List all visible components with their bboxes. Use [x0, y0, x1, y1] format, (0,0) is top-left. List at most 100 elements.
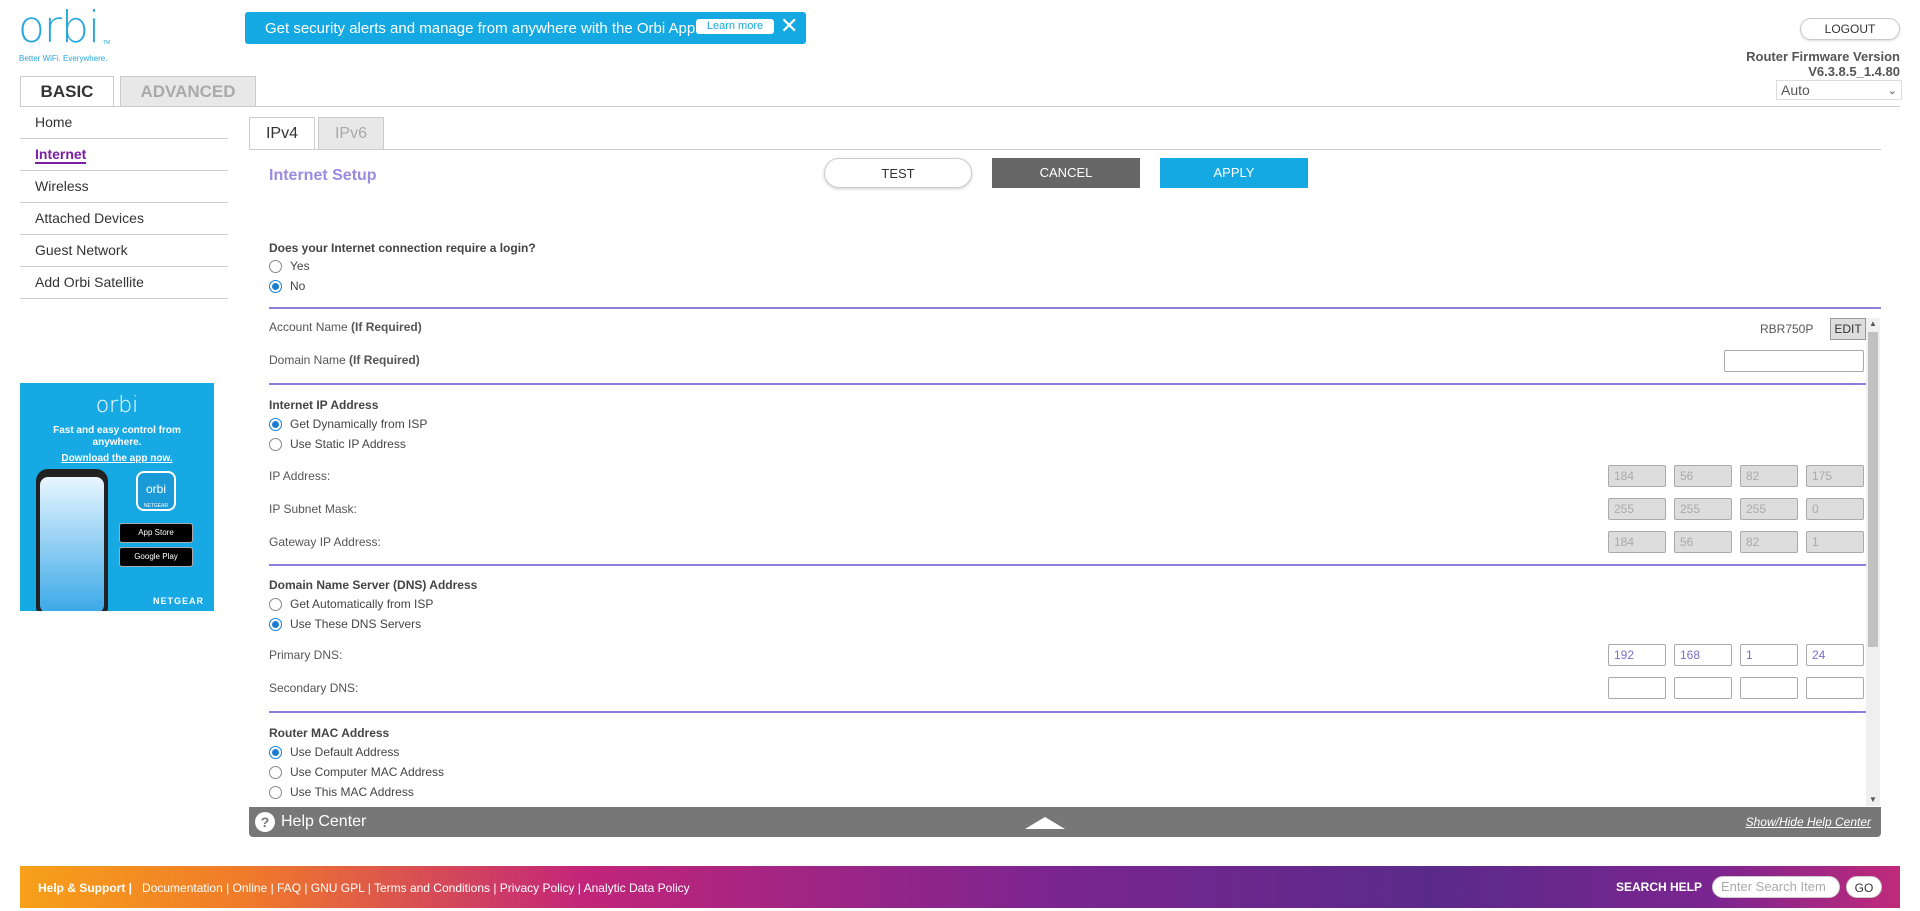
mask-octet-1[interactable]: 255 — [1608, 498, 1666, 520]
google-play-badge[interactable]: Google Play — [119, 547, 193, 567]
learn-more-button[interactable]: Learn more — [696, 19, 774, 34]
subnet-mask-fields: 255 255 255 0 — [1608, 498, 1864, 522]
show-hide-help-link[interactable]: Show/Hide Help Center — [1746, 815, 1871, 829]
tab-divider — [20, 106, 1900, 107]
gw-octet-4[interactable]: 1 — [1806, 531, 1864, 553]
chevron-down-icon: ⌄ — [1887, 85, 1897, 97]
language-select[interactable]: Auto ⌄ — [1776, 80, 1902, 100]
label-text: Account Name — [269, 320, 348, 334]
option-label: Get Dynamically from ISP — [290, 417, 428, 431]
secondary-dns-octet-3[interactable] — [1740, 677, 1798, 699]
gw-octet-3[interactable]: 82 — [1740, 531, 1798, 553]
radio-login-yes[interactable] — [269, 259, 282, 273]
option-label: Use This MAC Address — [290, 785, 414, 799]
option-label: Use Static IP Address — [290, 437, 406, 451]
radio-ip-static[interactable] — [269, 437, 282, 451]
mac-default-option[interactable]: Use Default Address — [269, 745, 399, 759]
primary-dns-octet-2[interactable]: 168 — [1674, 644, 1732, 666]
sidebar-item-internet[interactable]: Internet — [20, 139, 228, 171]
dns-manual-option[interactable]: Use These DNS Servers — [269, 617, 421, 631]
primary-dns-octet-4[interactable]: 24 — [1806, 644, 1864, 666]
edit-button[interactable]: EDIT — [1830, 318, 1866, 340]
sidebar-item-guest-network[interactable]: Guest Network — [20, 235, 228, 267]
account-name-label: Account Name (If Required) — [269, 320, 422, 334]
sidebar-item-attached-devices[interactable]: Attached Devices — [20, 203, 228, 235]
tab-ipv4[interactable]: IPv4 — [249, 117, 315, 149]
expand-arrow-icon[interactable] — [1025, 817, 1065, 829]
mac-computer-option[interactable]: Use Computer MAC Address — [269, 765, 444, 779]
label-required: (If Required) — [349, 353, 420, 367]
phone-screen — [40, 477, 104, 611]
sidebar-item-label: Guest Network — [35, 242, 128, 258]
scroll-up-icon[interactable]: ▲ — [1866, 319, 1880, 328]
option-label: Yes — [290, 259, 310, 273]
dns-auto-option[interactable]: Get Automatically from ISP — [269, 597, 433, 611]
mask-octet-3[interactable]: 255 — [1740, 498, 1798, 520]
cancel-button[interactable]: CANCEL — [992, 158, 1140, 188]
scrollbar-thumb[interactable] — [1868, 332, 1878, 647]
ip-octet-4[interactable]: 175 — [1806, 465, 1864, 487]
sidebar-item-add-satellite[interactable]: Add Orbi Satellite — [20, 267, 228, 299]
search-go-button[interactable]: GO — [1846, 876, 1882, 898]
help-center-bar: ? Help Center Show/Hide Help Center — [249, 807, 1881, 837]
promo-text: Get security alerts and manage from anyw… — [265, 20, 700, 37]
radio-mac-default[interactable] — [269, 745, 282, 759]
radio-login-no[interactable] — [269, 279, 282, 293]
domain-name-input[interactable] — [1724, 350, 1864, 372]
subtab-divider — [249, 149, 1881, 150]
logout-button[interactable]: LOGOUT — [1800, 18, 1900, 40]
label-text: Domain Name — [269, 353, 346, 367]
gw-octet-1[interactable]: 184 — [1608, 531, 1666, 553]
secondary-dns-octet-4[interactable] — [1806, 677, 1864, 699]
secondary-dns-octet-2[interactable] — [1674, 677, 1732, 699]
apply-button[interactable]: APPLY — [1160, 158, 1308, 188]
logo-trademark: TM — [103, 40, 111, 46]
tab-basic[interactable]: BASIC — [20, 76, 114, 106]
section-divider — [269, 711, 1866, 713]
test-button[interactable]: TEST — [824, 158, 972, 188]
close-icon[interactable]: ✕ — [780, 13, 798, 39]
search-help-input[interactable]: Enter Search Item — [1712, 876, 1840, 898]
sidebar-item-label: Add Orbi Satellite — [35, 274, 144, 290]
ip-octet-2[interactable]: 56 — [1674, 465, 1732, 487]
secondary-dns-octet-1[interactable] — [1608, 677, 1666, 699]
login-no-option[interactable]: No — [269, 279, 305, 293]
ad-logo: orbi — [95, 393, 139, 418]
footer-nav-links[interactable]: Documentation | Online | FAQ | GNU GPL |… — [142, 881, 690, 895]
language-value: Auto — [1781, 82, 1810, 98]
primary-dns-octet-3[interactable]: 1 — [1740, 644, 1798, 666]
orbi-app-ad[interactable]: orbi Fast and easy control from anywhere… — [20, 383, 214, 611]
ad-download-link[interactable]: Download the app now. — [20, 453, 214, 464]
radio-mac-computer[interactable] — [269, 765, 282, 779]
mask-octet-4[interactable]: 0 — [1806, 498, 1864, 520]
sidebar: Home Internet Wireless Attached Devices … — [20, 107, 228, 299]
gw-octet-2[interactable]: 56 — [1674, 531, 1732, 553]
ip-octet-3[interactable]: 82 — [1740, 465, 1798, 487]
internet-ip-title: Internet IP Address — [269, 398, 379, 412]
ip-dynamic-option[interactable]: Get Dynamically from ISP — [269, 417, 427, 431]
primary-dns-octet-1[interactable]: 192 — [1608, 644, 1666, 666]
primary-dns-label: Primary DNS: — [269, 648, 343, 662]
mask-octet-2[interactable]: 255 — [1674, 498, 1732, 520]
mac-this-option[interactable]: Use This MAC Address — [269, 785, 414, 799]
scroll-down-icon[interactable]: ▼ — [1866, 795, 1880, 804]
radio-dns-auto[interactable] — [269, 597, 282, 611]
help-support-link[interactable]: Help & Support | — [38, 881, 132, 895]
tab-advanced[interactable]: ADVANCED — [120, 76, 256, 106]
sidebar-item-wireless[interactable]: Wireless — [20, 171, 228, 203]
ip-octet-1[interactable]: 184 — [1608, 465, 1666, 487]
ip-static-option[interactable]: Use Static IP Address — [269, 437, 406, 451]
radio-mac-this[interactable] — [269, 785, 282, 799]
login-yes-option[interactable]: Yes — [269, 259, 310, 273]
tab-ipv6[interactable]: IPv6 — [318, 117, 384, 149]
radio-dns-manual[interactable] — [269, 617, 282, 631]
account-name-value: RBR750P — [1760, 322, 1814, 336]
option-label: Use Default Address — [290, 745, 400, 759]
gateway-label: Gateway IP Address: — [269, 535, 381, 549]
section-divider — [269, 307, 1881, 309]
orbi-logo[interactable]: orbi — [18, 2, 100, 53]
radio-ip-dynamic[interactable] — [269, 417, 282, 431]
app-store-badge[interactable]: App Store — [119, 523, 193, 543]
footer-links: Help & Support | Documentation | Online … — [38, 881, 690, 895]
sidebar-item-home[interactable]: Home — [20, 107, 228, 139]
